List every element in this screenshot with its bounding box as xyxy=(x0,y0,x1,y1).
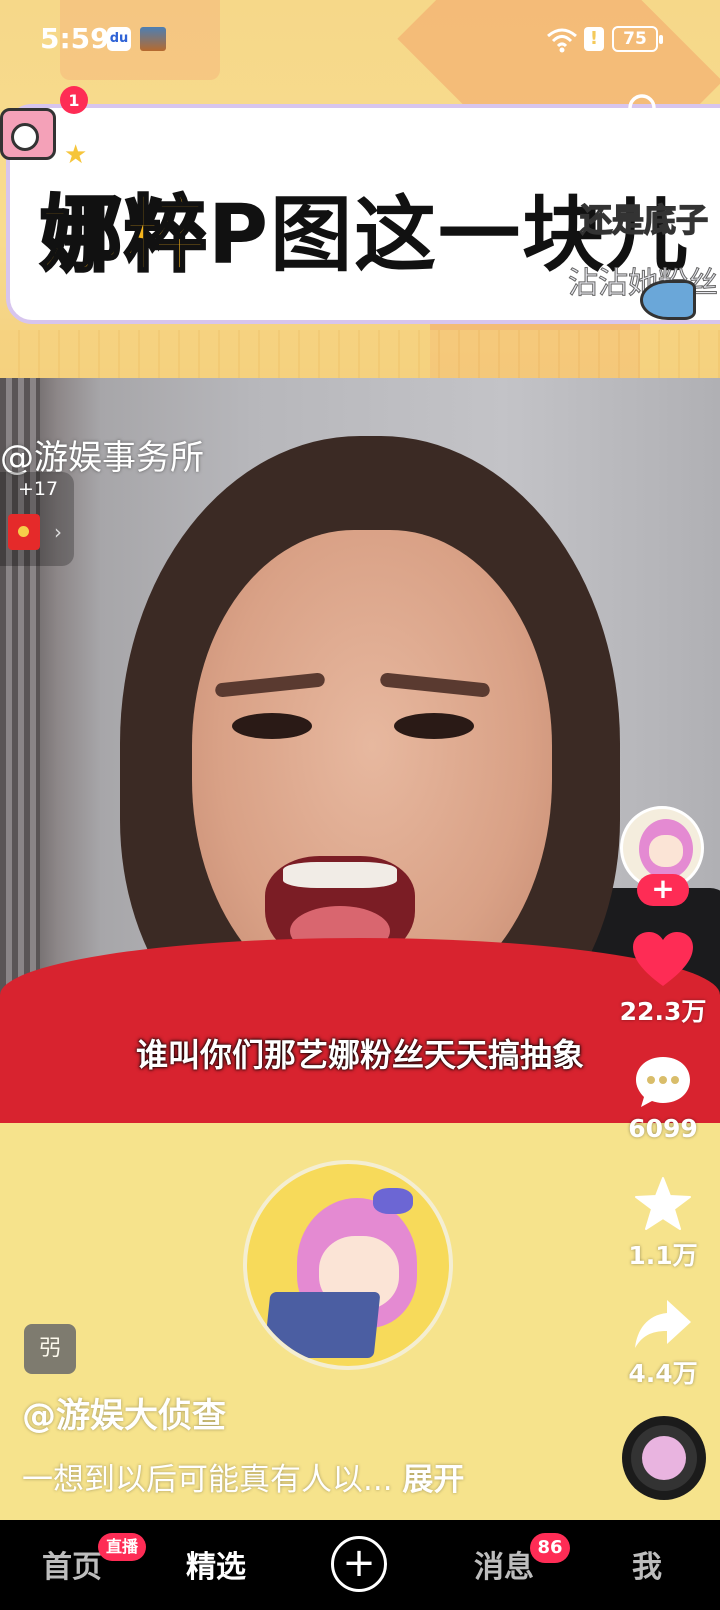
battery-indicator: 75 xyxy=(612,26,663,52)
nav-featured[interactable]: 精选 xyxy=(186,1542,246,1586)
like-count: 22.3万 xyxy=(619,997,707,1026)
radio-sticker-icon xyxy=(0,108,56,160)
wifi-icon xyxy=(547,28,577,53)
comment-count: 6099 xyxy=(628,1114,698,1143)
share-arrow-icon xyxy=(635,1300,691,1348)
photo-app-icon xyxy=(140,27,166,51)
banner-side-text: 还是底子 xyxy=(579,200,709,240)
description-text: 一想到以后可能真有人以... xyxy=(22,1462,393,1498)
star-sticker-icon: ★ xyxy=(64,140,88,170)
status-time: 5:59 xyxy=(40,22,110,55)
illustration-bow xyxy=(373,1188,413,1214)
red-packet-count: +17 xyxy=(18,478,59,500)
ai-label-badge[interactable]: 弜 xyxy=(24,1324,76,1374)
share-button[interactable]: 4.4万 xyxy=(608,1298,718,1390)
create-post-button[interactable]: + xyxy=(331,1536,387,1592)
alert-icon: ! xyxy=(584,27,604,51)
music-disc-cover xyxy=(642,1436,686,1480)
nav-me[interactable]: 我 xyxy=(632,1542,662,1586)
share-count: 4.4万 xyxy=(628,1359,698,1388)
nav-messages[interactable]: 消息 xyxy=(474,1542,534,1586)
heart-icon xyxy=(633,932,693,986)
author-name[interactable]: @游娱大侦查 xyxy=(22,1388,226,1437)
fish-sticker-icon xyxy=(640,280,696,320)
banner-stripes xyxy=(0,330,720,385)
messages-count-badge: 86 xyxy=(530,1533,570,1563)
chevron-right-icon: › xyxy=(54,520,62,544)
video-person-eye xyxy=(394,713,474,739)
comment-button[interactable]: 6099 xyxy=(608,1054,718,1143)
music-disc[interactable] xyxy=(622,1416,706,1500)
cover-avatar-illustration xyxy=(243,1160,453,1370)
nav-home[interactable]: 首页 xyxy=(42,1542,102,1586)
star-icon xyxy=(635,1177,691,1230)
video-person-eye xyxy=(232,713,312,739)
favorite-button[interactable]: 1.1万 xyxy=(608,1176,718,1272)
avatar-face xyxy=(649,835,683,867)
red-envelope-icon xyxy=(8,514,40,550)
search-icon[interactable] xyxy=(626,92,664,130)
like-button[interactable]: 22.3万 xyxy=(608,930,718,1028)
follow-button[interactable]: + xyxy=(637,874,689,906)
expand-link[interactable]: 展开 xyxy=(402,1462,464,1498)
favorite-count: 1.1万 xyxy=(628,1241,698,1270)
notification-badge[interactable]: 1 xyxy=(60,86,88,114)
illustration-laptop xyxy=(263,1292,381,1358)
post-description[interactable]: 一想到以后可能真有人以... 展开 xyxy=(22,1454,464,1499)
live-badge: 直播 xyxy=(98,1533,147,1561)
baidu-app-icon: du xyxy=(107,27,131,51)
comment-icon xyxy=(636,1057,690,1107)
headline-accent: 娜粹 xyxy=(38,187,209,285)
red-packet-widget[interactable]: +17 › xyxy=(0,472,74,566)
